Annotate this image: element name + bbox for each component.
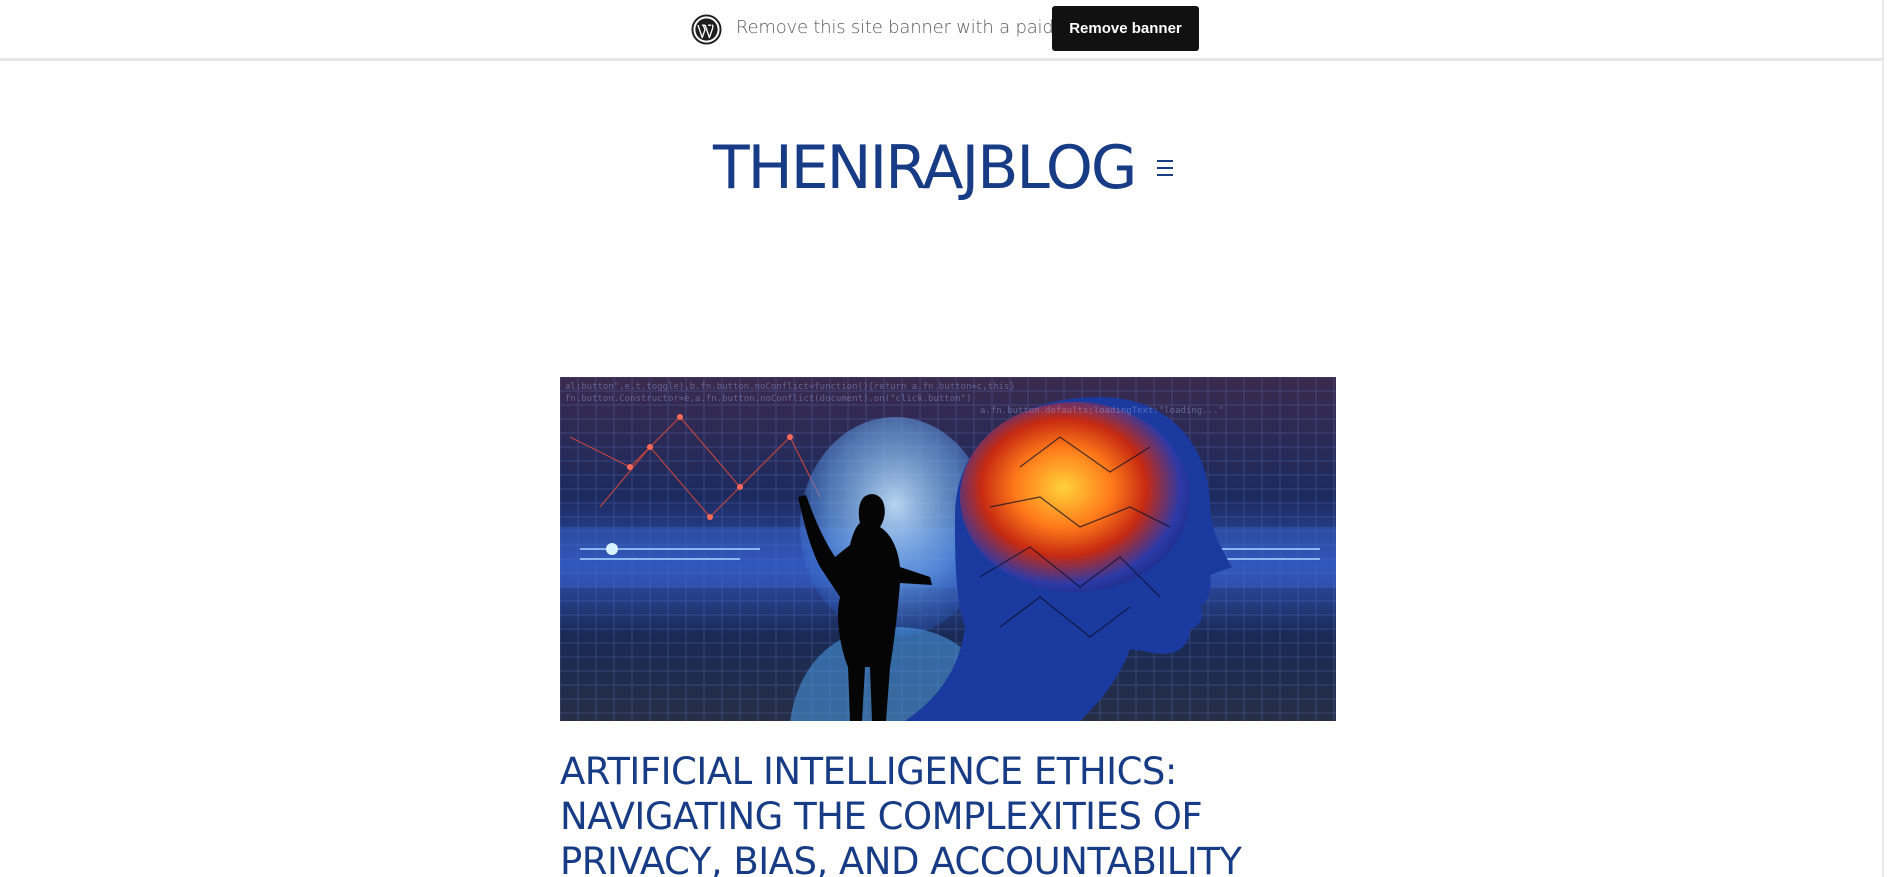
- site-banner: Remove this site banner with a paid plan…: [0, 0, 1901, 61]
- scrollbar[interactable]: [1882, 0, 1901, 877]
- menu-button[interactable]: [1150, 153, 1180, 183]
- featured-image[interactable]: al:button",e.t.toggle),b.fn.button.noCon…: [560, 377, 1336, 721]
- svg-text:al:button",e.t.toggle),b.fn.bu: al:button",e.t.toggle),b.fn.button.noCon…: [565, 382, 1015, 392]
- svg-text:a.fn.button.defaults;loadingTe: a.fn.button.defaults;loadingText:"loadin…: [980, 406, 1224, 416]
- ai-head-brain-silhouette-image: al:button",e.t.toggle),b.fn.button.noCon…: [560, 377, 1336, 721]
- banner-text: Remove this site banner with a paid plan: [736, 17, 1098, 38]
- remove-banner-button[interactable]: Remove banner: [1052, 6, 1199, 51]
- svg-text:fn.button.Constructor=e,a.fn.b: fn.button.Constructor=e,a.fn.button.noCo…: [565, 394, 971, 404]
- wordpress-logo-icon[interactable]: [691, 14, 722, 45]
- page: Remove this site banner with a paid plan…: [0, 0, 1901, 877]
- post-title[interactable]: ARTIFICIAL INTELLIGENCE ETHICS: NAVIGATI…: [560, 749, 1280, 877]
- hamburger-menu-icon: [1157, 160, 1173, 176]
- site-title[interactable]: THENIRAJBLOG: [713, 128, 1137, 208]
